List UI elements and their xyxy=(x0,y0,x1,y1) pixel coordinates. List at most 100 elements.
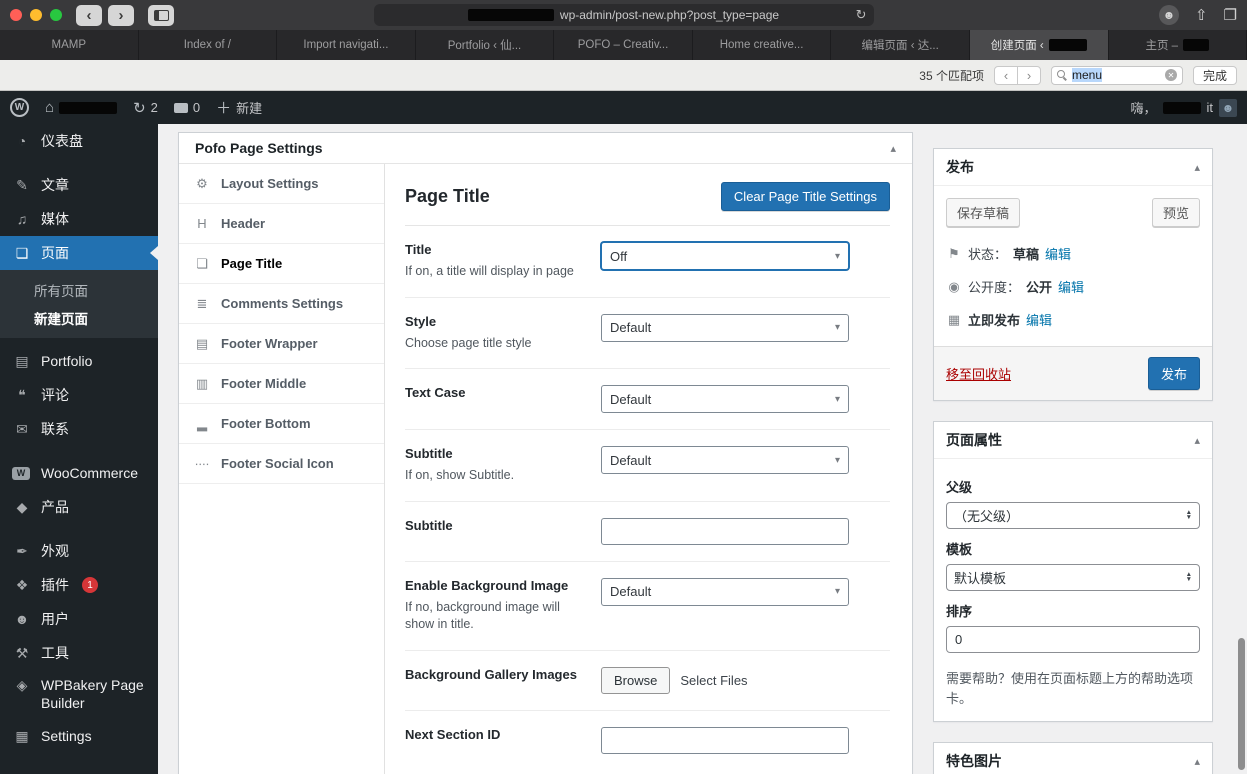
tab-footer-wrapper[interactable]: ▤ Footer Wrapper xyxy=(179,324,384,364)
subtitle-select[interactable]: Default ▾ xyxy=(601,446,849,474)
browser-tab-homepage[interactable]: 主页 – xyxy=(1109,30,1247,60)
sidebar-item-tools[interactable]: ⚒ 工具 xyxy=(0,636,158,670)
redacted-username xyxy=(1162,101,1201,114)
field-style: Style Choose page title style Default ▾ xyxy=(405,298,890,369)
sidebar-item-contact[interactable]: ✉ 联系 xyxy=(0,412,158,446)
share-icon[interactable]: ⇧ xyxy=(1195,6,1208,24)
edit-status-link[interactable]: 编辑 xyxy=(1045,244,1071,263)
adminbar-new-content[interactable]: ＋ 新建 xyxy=(216,97,262,118)
title-select[interactable]: Off ▾ xyxy=(601,242,849,270)
sidebar-item-products[interactable]: ◆ 产品 xyxy=(0,490,158,524)
zoom-window-button[interactable] xyxy=(50,9,62,21)
sidebar-item-plugins[interactable]: ❖ 插件 1 xyxy=(0,568,158,602)
portfolio-icon: ▤ xyxy=(15,352,29,369)
browser-tab-home-creative[interactable]: Home creative... xyxy=(693,30,832,60)
collapse-icon[interactable]: ▴ xyxy=(1194,755,1200,768)
tab-footer-social-icon[interactable]: ∙∙∙∙ Footer Social Icon xyxy=(179,444,384,484)
appearance-icon: ✒ xyxy=(16,542,28,559)
scrollbar-thumb[interactable] xyxy=(1238,638,1245,770)
sidebar-item-dashboard[interactable]: ◔ 仪表盘 xyxy=(0,124,158,158)
visibility-eye-icon: ◉ xyxy=(948,278,960,294)
tab-overview-icon[interactable]: ❐ xyxy=(1224,6,1237,24)
browser-tab-mamp[interactable]: MAMP xyxy=(0,30,139,60)
find-done-button[interactable]: 完成 xyxy=(1192,65,1237,85)
edit-schedule-link[interactable]: 编辑 xyxy=(1026,310,1052,329)
minimize-window-button[interactable] xyxy=(30,9,42,21)
tab-header[interactable]: H Header xyxy=(179,204,384,244)
browser-tab-import[interactable]: Import navigati... xyxy=(277,30,416,60)
adminbar-account[interactable]: 嗨， it ☻ xyxy=(1130,98,1237,117)
adminbar-updates[interactable]: ↻ 2 xyxy=(133,99,158,117)
status-row: ⚑ 状态： 草稿 编辑 xyxy=(946,237,1200,270)
move-to-trash-link[interactable]: 移至回收站 xyxy=(946,364,1011,383)
tab-footer-middle[interactable]: ▥ Footer Middle xyxy=(179,364,384,404)
browse-button[interactable]: Browse xyxy=(601,666,671,694)
field-text-case: Text Case Default ▾ xyxy=(405,369,890,430)
collapse-icon[interactable]: ▴ xyxy=(890,142,896,155)
sidebar-item-woocommerce[interactable]: W WooCommerce xyxy=(0,456,158,490)
order-input[interactable] xyxy=(946,626,1200,653)
parent-select[interactable]: （无父级） ▲ ▼ xyxy=(946,502,1200,529)
adminbar-site-name[interactable]: ⌂ xyxy=(45,99,118,116)
subtitle-input[interactable] xyxy=(601,517,849,545)
forward-button[interactable]: › xyxy=(108,4,134,26)
sidebar-item-pages[interactable]: ❏ 页面 xyxy=(0,236,158,270)
template-select[interactable]: 默认模板 ▲ ▼ xyxy=(946,564,1200,591)
select-files-label: Select Files xyxy=(680,672,748,688)
sidebar-toggle-button[interactable] xyxy=(148,4,174,26)
publish-button[interactable]: 发布 xyxy=(1147,357,1200,390)
sidebar-item-posts[interactable]: ✎ 文章 xyxy=(0,168,158,202)
wordpress-logo-icon[interactable]: W xyxy=(10,98,29,117)
tab-page-title[interactable]: ❏ Page Title xyxy=(179,244,384,284)
tab-footer-bottom[interactable]: ▂ Footer Bottom xyxy=(179,404,384,444)
browser-tab-new-page-active[interactable]: 创建页面 ‹ xyxy=(969,30,1109,60)
field-subtitle-toggle: Subtitle If on, show Subtitle. Default ▾ xyxy=(405,430,890,502)
sidebar-item-settings[interactable]: ▦ Settings xyxy=(0,719,158,753)
publish-panel-header[interactable]: 发布 ▴ xyxy=(934,149,1212,186)
tab-comments-settings[interactable]: ≣ Comments Settings xyxy=(179,284,384,324)
sidebar-item-users[interactable]: ☻ 用户 xyxy=(0,602,158,636)
find-next-button[interactable]: › xyxy=(1016,65,1041,85)
browser-tab-portfolio[interactable]: Portfolio ‹ 仙... xyxy=(416,30,555,60)
profile-icon[interactable]: ☻ xyxy=(1158,5,1179,25)
plus-icon: ＋ xyxy=(216,100,232,117)
admin-sidebar: ◔ 仪表盘 ✎ 文章 ♫ 媒体 ❏ 页面 所有页面 新建页面 ▤ Portfolio ❝ 评… xyxy=(0,124,158,774)
submenu-all-pages[interactable]: 所有页面 xyxy=(0,276,158,304)
style-select[interactable]: Default ▾ xyxy=(601,313,849,342)
field-label: Text Case xyxy=(405,385,466,400)
back-button[interactable]: ‹ xyxy=(76,4,102,26)
find-previous-button[interactable]: ‹ xyxy=(993,65,1018,85)
browser-tab-index[interactable]: Index of / xyxy=(139,30,278,60)
sidebar-item-comments[interactable]: ❝ 评论 xyxy=(0,378,158,412)
collapse-icon[interactable]: ▴ xyxy=(1194,434,1200,447)
clear-search-icon[interactable]: ✕ xyxy=(1164,69,1177,81)
save-draft-button[interactable]: 保存草稿 xyxy=(946,198,1021,227)
tab-layout-settings[interactable]: ⚙ Layout Settings xyxy=(179,164,384,204)
field-label: Subtitle xyxy=(405,517,453,533)
browser-chrome: ‹ › wp-admin/post-new.php?post_type=page… xyxy=(0,0,1247,30)
preview-button[interactable]: 预览 xyxy=(1151,198,1200,227)
edit-visibility-link[interactable]: 编辑 xyxy=(1058,277,1084,296)
address-bar[interactable]: wp-admin/post-new.php?post_type=page ↻ xyxy=(373,4,874,26)
featured-image-header[interactable]: 特色图片 ▴ xyxy=(934,743,1212,774)
sidebar-item-media[interactable]: ♫ 媒体 xyxy=(0,202,158,236)
sidebar-item-portfolio[interactable]: ▤ Portfolio xyxy=(0,344,158,378)
browser-tab-edit-page[interactable]: 编辑页面 ‹ 达... xyxy=(831,30,970,60)
enable-background-image-select[interactable]: Default ▾ xyxy=(601,577,849,606)
collapse-icon[interactable]: ▴ xyxy=(1194,161,1200,174)
reload-icon[interactable]: ↻ xyxy=(856,7,867,23)
clear-page-title-settings-button[interactable]: Clear Page Title Settings xyxy=(720,182,890,211)
sidebar-item-wpbakery[interactable]: ◈ WPBakery Page Builder xyxy=(0,670,158,719)
submenu-new-page[interactable]: 新建页面 xyxy=(0,304,158,332)
metabox-header[interactable]: Pofo Page Settings ▴ xyxy=(179,133,912,164)
close-window-button[interactable] xyxy=(10,9,22,21)
admin-content: Pofo Page Settings ▴ ⚙ Layout Settings HH… xyxy=(158,124,1247,774)
find-input[interactable]: menu ✕ xyxy=(1050,65,1183,85)
adminbar-comments[interactable]: 0 xyxy=(173,100,200,115)
sidebar-item-appearance[interactable]: ✒ 外观 xyxy=(0,534,158,568)
text-case-select[interactable]: Default ▾ xyxy=(601,385,849,413)
editor-sidebar: 发布 ▴ 保存草稿 预览 ⚑ 状态： 草稿 编辑 ◉ 公开度： 公开 编辑 ▦ … xyxy=(933,148,1213,774)
next-section-id-input[interactable] xyxy=(601,726,849,754)
page-attributes-header[interactable]: 页面属性 ▴ xyxy=(934,422,1212,459)
browser-tab-pofo[interactable]: POFO – Creativ... xyxy=(554,30,693,60)
